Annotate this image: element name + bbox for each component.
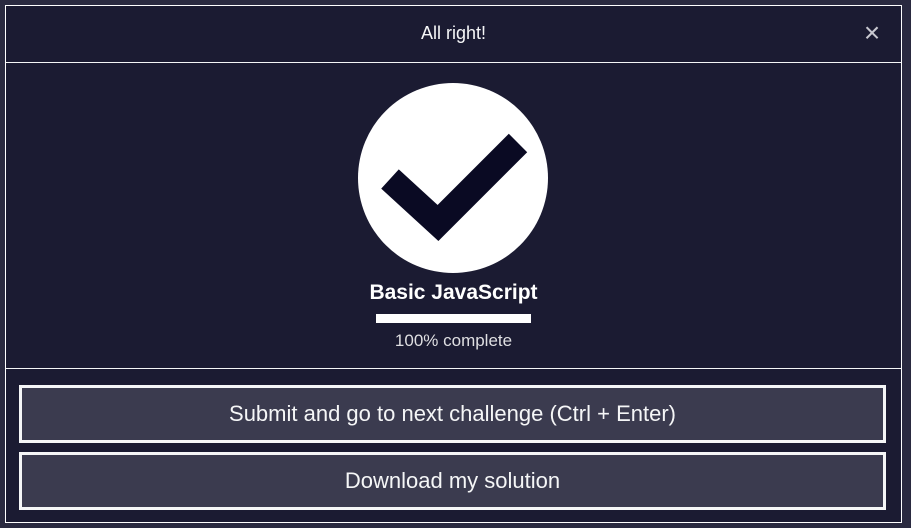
checkmark-icon — [358, 83, 548, 273]
progress-fill — [376, 314, 531, 323]
download-solution-button[interactable]: Download my solution — [19, 452, 886, 510]
modal-title: All right! — [420, 23, 487, 43]
close-icon[interactable]: × — [861, 19, 883, 47]
progress-text: 100% complete — [394, 331, 513, 350]
course-title: Basic JavaScript — [369, 281, 538, 304]
modal-header: All right! × — [6, 6, 901, 63]
modal-body: Basic JavaScript 100% complete — [6, 63, 901, 369]
progress-bar — [376, 314, 531, 323]
completion-modal: All right! × Basic JavaScript 100% compl… — [5, 5, 902, 523]
submit-next-challenge-button[interactable]: Submit and go to next challenge (Ctrl + … — [19, 385, 886, 443]
